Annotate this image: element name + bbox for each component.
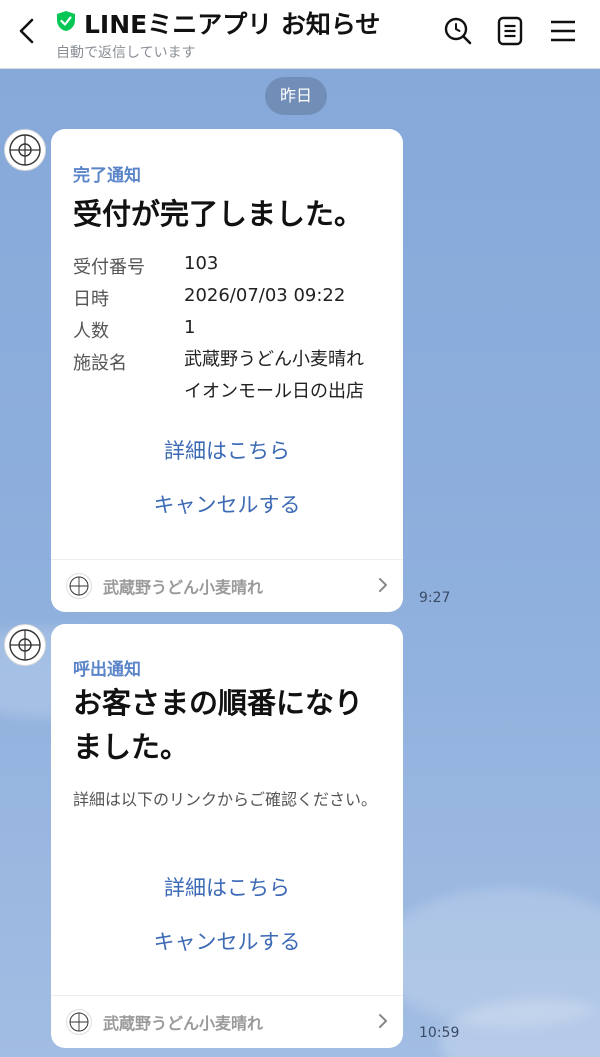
shop-logo-icon bbox=[9, 629, 41, 661]
chat-title: LINEミニアプリ お知らせ bbox=[84, 10, 381, 39]
sender-avatar[interactable] bbox=[4, 624, 46, 666]
completion-card: 完了通知 受付が完了しました。 受付番号 103 日時 2026/07/03 0… bbox=[51, 129, 403, 612]
shop-logo-icon bbox=[9, 134, 41, 166]
search-icon[interactable] bbox=[442, 15, 474, 47]
footer-shop-name: 武蔵野うどん小麦晴れ bbox=[103, 1014, 264, 1033]
card-headline: 受付が完了しました。 bbox=[73, 197, 364, 231]
row-value-people: 1 bbox=[184, 317, 196, 338]
card-footer[interactable]: 武蔵野うどん小麦晴れ bbox=[51, 995, 403, 1048]
message-time: 10:59 bbox=[419, 1025, 460, 1041]
row-label-people: 人数 bbox=[73, 321, 109, 342]
message-time: 9:27 bbox=[419, 590, 451, 606]
card-headline: お客さまの順番になりました。 bbox=[73, 686, 364, 764]
back-arrow-icon[interactable] bbox=[14, 16, 42, 46]
card-description: 詳細は以下のリンクからご確認ください。 bbox=[73, 790, 378, 809]
shop-logo-icon bbox=[66, 573, 92, 599]
row-label-number: 受付番号 bbox=[73, 257, 145, 278]
cancel-link[interactable]: キャンセルする bbox=[51, 489, 403, 519]
row-value-datetime: 2026/07/03 09:22 bbox=[184, 285, 346, 306]
date-separator: 昨日 bbox=[265, 77, 327, 115]
card-footer[interactable]: 武蔵野うどん小麦晴れ bbox=[51, 559, 403, 612]
footer-shop-name: 武蔵野うどん小麦晴れ bbox=[103, 578, 264, 597]
details-link[interactable]: 詳細はこちら bbox=[51, 435, 403, 465]
chevron-right-icon bbox=[379, 1014, 387, 1028]
row-label-facility: 施設名 bbox=[73, 353, 127, 374]
sender-avatar[interactable] bbox=[4, 129, 46, 171]
call-card: 呼出通知 お客さまの順番になりました。 詳細は以下のリンクからご確認ください。 … bbox=[51, 624, 403, 1048]
row-label-datetime: 日時 bbox=[73, 289, 109, 310]
cancel-link[interactable]: キャンセルする bbox=[51, 926, 403, 956]
chat-subtitle: 自動で返信しています bbox=[56, 45, 196, 61]
row-value-facility: 武蔵野うどん小麦晴れ イオンモール日の出店 bbox=[184, 349, 364, 402]
row-value-number: 103 bbox=[184, 253, 219, 274]
menu-icon[interactable] bbox=[547, 15, 579, 47]
card-kicker: 完了通知 bbox=[73, 166, 141, 186]
details-link[interactable]: 詳細はこちら bbox=[51, 872, 403, 902]
verified-shield-icon bbox=[57, 11, 75, 31]
notes-icon[interactable] bbox=[494, 15, 526, 47]
chevron-right-icon bbox=[379, 578, 387, 592]
chat-header: LINEミニアプリ お知らせ 自動で返信しています bbox=[0, 0, 600, 69]
shop-logo-icon bbox=[66, 1009, 92, 1035]
card-kicker: 呼出通知 bbox=[73, 660, 141, 680]
